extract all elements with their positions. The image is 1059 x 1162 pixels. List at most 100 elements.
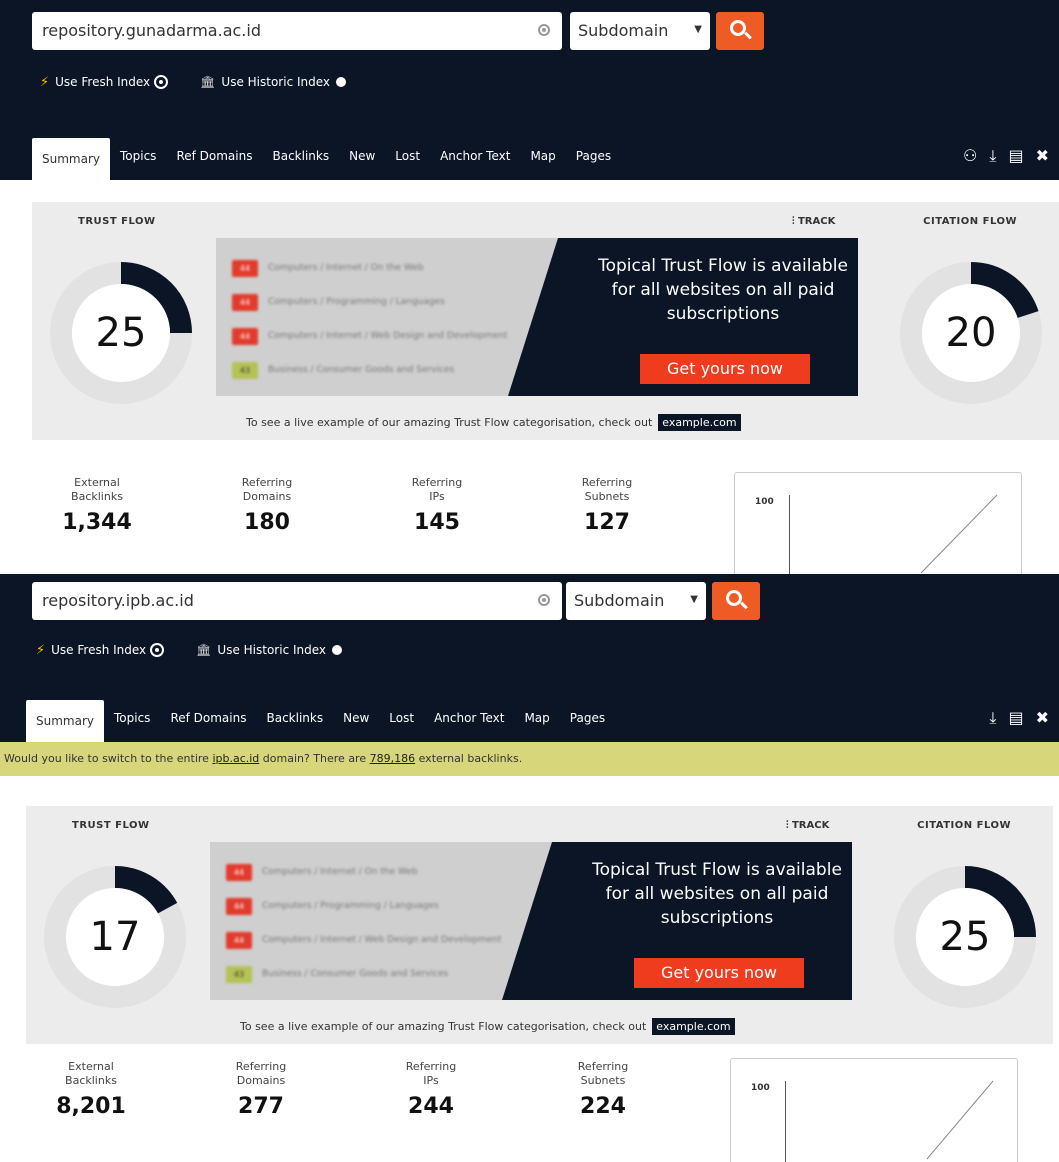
track-label: TRACK [797,216,836,227]
banner-text: Would you like to switch to the entire [4,752,213,765]
stat-value: 224 [580,1094,626,1119]
tab-lost[interactable]: Lost [385,138,430,174]
stat-value: 277 [238,1094,284,1119]
stat-referring-domains: Referring Domains 277 [186,1060,336,1119]
mini-chart: 100 [734,472,1022,574]
bank-icon: 🏛 [200,75,216,89]
topic-row: 44 Computers / Internet / Web Design and… [232,326,507,346]
header: repository.gunadarma.ac.id Subdomain ▼ ⚡… [0,0,1059,180]
tab-topics[interactable]: Topics [104,700,160,736]
track-label: TRACK [791,820,830,831]
example-line: To see a live example of our amazing Tru… [246,414,741,431]
topical-message: Topical Trust Flow is available for all … [598,256,848,324]
search-button[interactable] [716,12,764,50]
historic-index-label: Use Historic Index [221,75,331,89]
stat-value: 127 [584,510,630,535]
fresh-index-radio[interactable] [156,77,167,87]
topic-label: Business / Consumer Goods and Services [268,365,455,375]
stat-referring-ips: Referring IPs 145 [362,476,512,535]
tab-map[interactable]: Map [520,138,565,174]
historic-index-radio[interactable] [332,645,343,655]
scope-value: Subdomain [578,21,669,40]
tab-summary[interactable]: Summary [32,138,110,180]
stat-referring-subnets: Referring Subnets 224 [528,1060,678,1119]
clear-icon[interactable] [538,594,550,606]
get-yours-now-button[interactable]: Get yours now [634,958,804,988]
stat-referring-domains: Referring Domains 180 [192,476,342,535]
stat-label: Referring Domains [241,476,293,503]
domain-link[interactable]: ipb.ac.id [212,752,259,765]
download-icon[interactable]: ⤓ [989,146,996,166]
tab-anchor-text[interactable]: Anchor Text [430,138,520,174]
stat-label: Referring Domains [235,1060,287,1087]
topic-score: 44 [226,931,252,949]
tab-backlinks[interactable]: Backlinks [256,700,333,736]
search-input[interactable]: repository.gunadarma.ac.id [32,12,562,50]
report-icon[interactable]: ▤ [1008,146,1023,166]
citation-flow-gauge: 25 [890,862,1040,1012]
scope-select[interactable]: Subdomain ▼ [570,12,710,50]
mini-chart: 100 [730,1058,1018,1162]
topic-label: Business / Consumer Goods and Services [262,969,449,979]
track-button[interactable]: ⫶ TRACK [792,216,835,227]
topic-row: 44 Computers / Programming / Languages [232,292,445,312]
download-icon[interactable]: ⤓ [989,708,996,728]
tab-backlinks[interactable]: Backlinks [262,138,339,174]
stat-value: 145 [414,510,460,535]
report-icon[interactable]: ▤ [1008,708,1023,728]
stat-label: Referring Subnets [577,1060,629,1087]
tab-pages[interactable]: Pages [566,138,621,174]
stat-label: External Backlinks [65,1060,117,1087]
topic-label: Computers / Internet / On the Web [268,263,424,273]
historic-index-option[interactable]: 🏛 Use Historic Index [196,643,343,657]
tab-map[interactable]: Map [514,700,559,736]
caret-down-icon: ▼ [694,24,702,35]
citation-flow-value: 25 [939,914,991,960]
example-link[interactable]: example.com [658,414,741,431]
tab-ref-domains[interactable]: Ref Domains [166,138,262,174]
tools-icon[interactable]: ✖ [1036,146,1049,166]
bank-icon: 🏛 [196,643,212,657]
tab-lost[interactable]: Lost [379,700,424,736]
scope-select[interactable]: Subdomain ▼ [566,582,706,620]
stat-value: 180 [244,510,290,535]
search-query[interactable]: repository.ipb.ac.id [42,591,194,610]
get-yours-now-button[interactable]: Get yours now [640,354,810,384]
tab-topics[interactable]: Topics [110,138,166,174]
topic-row: 44 Computers / Internet / On the Web [232,258,424,278]
search-button[interactable] [712,582,760,620]
search-input[interactable]: repository.ipb.ac.id [32,582,562,620]
trust-flow-value: 25 [95,310,147,356]
report-panel-1: repository.gunadarma.ac.id Subdomain ▼ ⚡… [0,0,1059,574]
stat-label: Referring IPs [405,1060,457,1087]
topic-row: 43 Business / Consumer Goods and Service… [226,964,448,984]
fresh-index-radio[interactable] [152,645,163,655]
tab-summary[interactable]: Summary [26,700,104,742]
topic-row: 44 Computers / Programming / Languages [226,896,439,916]
clear-icon[interactable] [538,24,550,36]
fresh-index-option[interactable]: ⚡ Use Fresh Index [40,74,167,90]
switch-domain-banner: Would you like to switch to the entire i… [0,742,1059,776]
search-query[interactable]: repository.gunadarma.ac.id [42,21,261,40]
bolt-icon: ⚡ [36,642,46,658]
historic-index-option[interactable]: 🏛 Use Historic Index [200,75,347,89]
backlink-count-link[interactable]: 789,186 [370,752,416,765]
index-options: ⚡ Use Fresh Index 🏛 Use Historic Index [40,72,347,92]
tools-icon[interactable]: ✖ [1036,708,1049,728]
tab-ref-domains[interactable]: Ref Domains [160,700,256,736]
tab-anchor-text[interactable]: Anchor Text [424,700,514,736]
people-icon[interactable]: ⚇ [963,146,977,166]
historic-index-radio[interactable] [336,77,347,87]
tab-new[interactable]: New [333,700,379,736]
toolbar: ⤓ ▤ ✖ [989,708,1049,728]
trust-flow-value: 17 [89,914,141,960]
stat-label: Referring IPs [411,476,463,503]
example-link[interactable]: example.com [652,1018,735,1035]
track-button[interactable]: ⫶ TRACK [786,820,829,831]
bolt-icon: ⚡ [40,74,50,90]
stat-external-backlinks: External Backlinks 1,344 [22,476,172,535]
topic-score: 44 [232,327,258,345]
tab-pages[interactable]: Pages [560,700,615,736]
fresh-index-option[interactable]: ⚡ Use Fresh Index [36,642,163,658]
tab-new[interactable]: New [339,138,385,174]
